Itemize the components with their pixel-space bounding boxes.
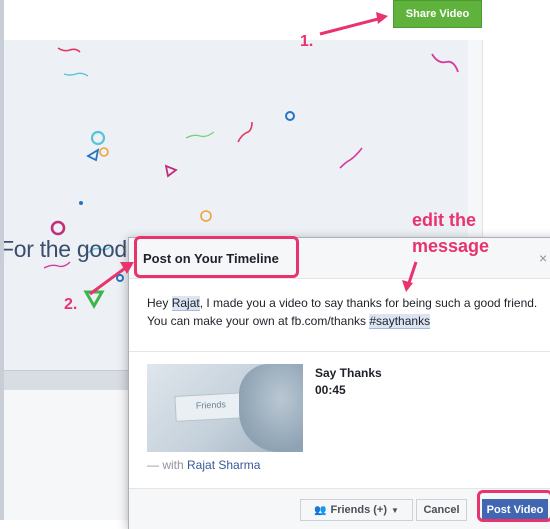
thumbnail-label: Friends <box>195 399 227 411</box>
post-dialog: Post on Your Timeline × Hey Rajat, I mad… <box>128 237 550 529</box>
tagged-friend[interactable]: Rajat <box>171 296 200 311</box>
message-input[interactable]: Hey Rajat, I made you a video to say tha… <box>147 294 550 330</box>
edit-note-line1: edit the <box>412 210 477 230</box>
video-thumbnail[interactable]: Friends <box>147 364 303 452</box>
with-prefix: — with <box>147 458 188 472</box>
audience-label: Friends (+) <box>330 504 388 516</box>
attachment-title: Say Thanks <box>315 366 382 380</box>
friends-icon: 👥 <box>314 504 327 516</box>
hashtag[interactable]: #saythanks <box>369 314 431 329</box>
tagged-user-link[interactable]: Rajat Sharma <box>187 458 260 472</box>
post-button-highlight-box <box>477 490 550 522</box>
tagged-with: — with Rajat Sharma <box>147 458 260 472</box>
lower-background <box>0 390 130 520</box>
cancel-button[interactable]: Cancel <box>416 499 467 521</box>
thumbnail-card: Friends <box>174 392 248 422</box>
chevron-down-icon: ▼ <box>391 505 399 515</box>
step-1-label: 1. <box>300 33 314 50</box>
step-2-label: 2. <box>64 296 78 313</box>
attachment-duration: 00:45 <box>315 383 346 397</box>
thumbnail-hand-image <box>239 364 303 452</box>
edit-note-line2: message <box>412 236 490 256</box>
message-divider <box>129 351 550 352</box>
share-video-button[interactable]: Share Video <box>393 0 482 28</box>
close-icon[interactable]: × <box>539 250 547 266</box>
audience-selector[interactable]: 👥 Friends (+) ▼ <box>300 499 413 521</box>
title-highlight-box <box>134 236 299 278</box>
left-edge-shade <box>0 0 4 520</box>
message-text-body: , I made you a video to say thanks for b… <box>147 296 538 328</box>
message-text-start: Hey <box>147 296 172 310</box>
